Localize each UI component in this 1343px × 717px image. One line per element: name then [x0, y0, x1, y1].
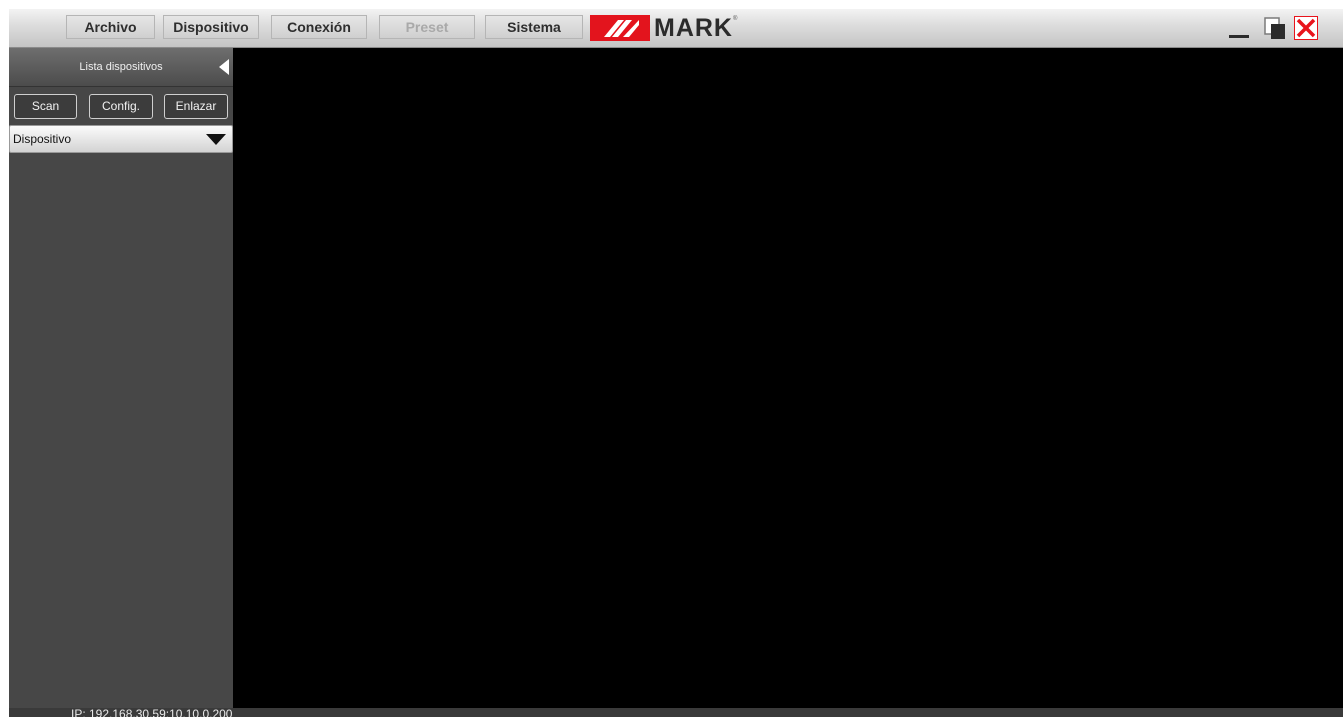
- minimize-icon: [1229, 35, 1249, 38]
- menu-archivo[interactable]: Archivo: [66, 15, 155, 39]
- menu-conexion[interactable]: Conexión: [271, 15, 367, 39]
- logo-registered: ®: [733, 16, 738, 22]
- restore-icon: [1264, 17, 1285, 39]
- panel-title: Lista dispositivos: [79, 61, 163, 73]
- panel-header: Lista dispositivos: [9, 48, 233, 87]
- close-button[interactable]: [1294, 16, 1318, 40]
- logo-mark-icon: [590, 15, 650, 41]
- main-workspace: [233, 48, 1343, 708]
- logo-text: MARK: [654, 13, 733, 42]
- menu-sistema[interactable]: Sistema: [485, 15, 583, 39]
- minimize-button[interactable]: [1228, 16, 1252, 40]
- brand-logo: MARK ®: [590, 14, 737, 42]
- app-window: Archivo Dispositivo Conexión Preset Sist…: [9, 9, 1343, 717]
- ip-address-status: IP: 192.168.30.59;10.10.0.200: [71, 708, 233, 717]
- close-icon: [1294, 16, 1318, 40]
- device-list-panel: Lista dispositivos Scan Config. Enlazar …: [9, 48, 233, 708]
- device-dropdown-label: Dispositivo: [13, 132, 72, 146]
- restore-button[interactable]: [1263, 16, 1287, 40]
- status-bar: IP: 192.168.30.59;10.10.0.200: [9, 708, 1343, 717]
- collapse-panel-button[interactable]: [218, 59, 230, 75]
- triangle-left-icon: [219, 59, 229, 75]
- menu-preset[interactable]: Preset: [379, 15, 475, 39]
- scan-button[interactable]: Scan: [14, 94, 77, 119]
- triangle-down-icon: [206, 134, 226, 145]
- menu-bar: Archivo Dispositivo Conexión Preset Sist…: [9, 9, 1343, 48]
- menu-dispositivo[interactable]: Dispositivo: [163, 15, 259, 39]
- link-button[interactable]: Enlazar: [164, 94, 228, 119]
- top-window-edge: [0, 0, 1343, 9]
- device-dropdown[interactable]: Dispositivo: [9, 125, 233, 153]
- config-button[interactable]: Config.: [89, 94, 153, 119]
